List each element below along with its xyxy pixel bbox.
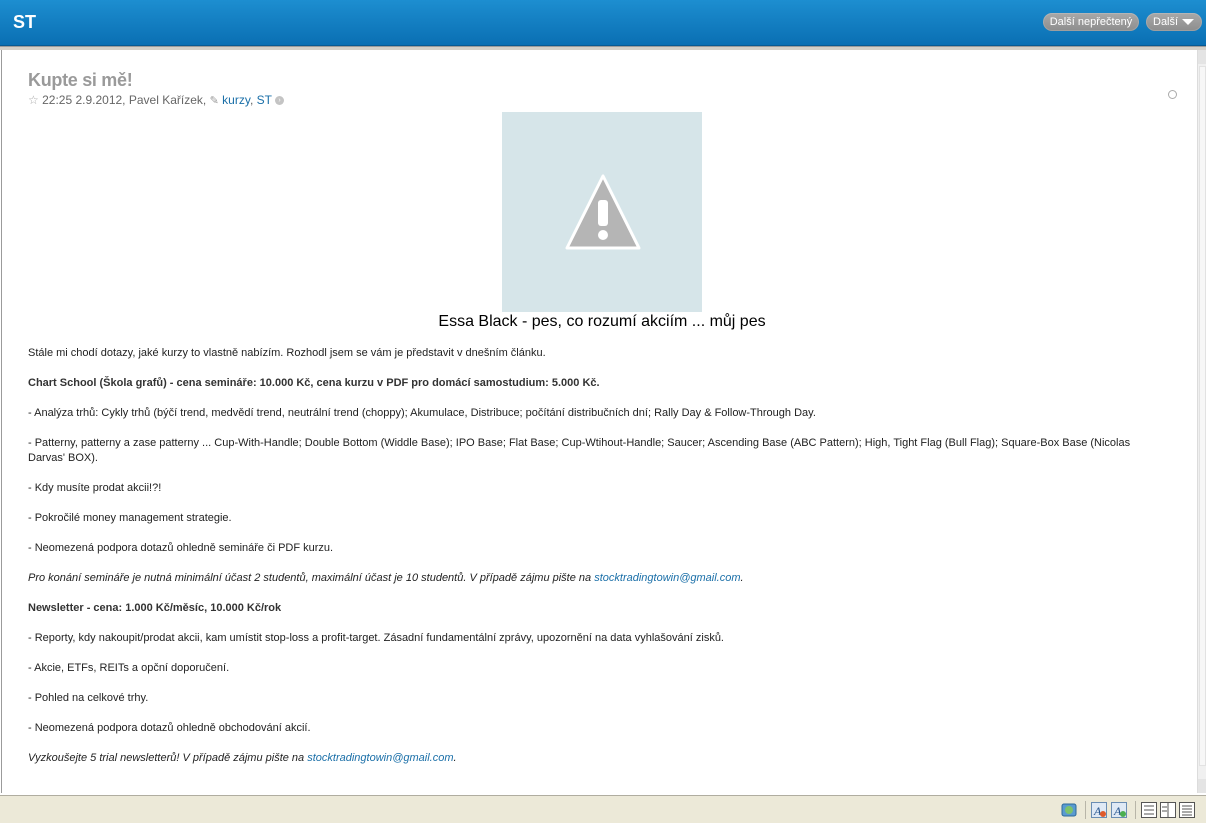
chart-school-item: - Kdy musíte prodat akcii!?! [28, 482, 162, 494]
chart-school-item: - Patterny, patterny a zase patterny ...… [28, 437, 1131, 464]
note-end: . [453, 752, 457, 764]
post-title[interactable]: Kupte si mě! [28, 70, 133, 91]
chart-school-item: - Analýza trhů: Cykly trhů (býčí trend, … [28, 407, 816, 419]
broken-image-placeholder [502, 112, 702, 312]
feed-header: ST Další nepřečtený Další [0, 0, 1206, 46]
more-button[interactable]: Další [1146, 13, 1202, 31]
article-pane: Kupte si mě! ☆ 22:25 2.9.2012, Pavel Kař… [1, 50, 1198, 793]
font-smaller-icon[interactable]: A [1091, 802, 1107, 818]
next-unread-button[interactable]: Další nepřečtený [1043, 13, 1139, 31]
sync-icon[interactable] [1061, 802, 1077, 818]
chevron-down-icon [1182, 19, 1194, 25]
feed-title: ST [13, 12, 37, 32]
tag-link-kurzy[interactable]: kurzy [222, 93, 250, 107]
layout-list-icon[interactable] [1141, 802, 1157, 818]
status-bar: A A [0, 795, 1206, 823]
scroll-thumb[interactable] [1199, 66, 1206, 766]
chart-school-item: - Pokročilé money management strategie. [28, 512, 232, 524]
scroll-down-arrow[interactable] [1198, 779, 1206, 793]
newsletter-item: - Pohled na celkové trhy. [28, 692, 149, 704]
image-caption: Essa Black - pes, co rozumí akciím ... m… [438, 313, 766, 330]
scroll-up-arrow[interactable] [1198, 50, 1206, 64]
newsletter-note: Vyzkoušejte 5 trial newsletterů! V přípa… [28, 752, 305, 764]
newsletter-heading: Newsletter - cena: 1.000 Kč/měsíc, 10.00… [28, 602, 282, 614]
svg-text:A: A [1093, 804, 1102, 818]
note-end: . [740, 572, 744, 584]
status-separator [1085, 801, 1086, 819]
chart-school-note: Pro konání semináře je nutná minimální ú… [28, 572, 592, 584]
intro-paragraph: Stále mi chodí dotazy, jaké kurzy to vla… [28, 347, 546, 359]
email-link[interactable]: stocktradingtowin@gmail.com [307, 752, 453, 764]
email-link[interactable]: stocktradingtowin@gmail.com [594, 572, 740, 584]
newsletter-item: - Neomezená podpora dotazů ohledně obcho… [28, 722, 311, 734]
more-label: Další [1153, 16, 1179, 28]
newsletter-item: - Reporty, kdy nakoupit/prodat akcii, ka… [28, 632, 724, 644]
status-separator [1135, 801, 1136, 819]
tag-link-st[interactable]: ST [257, 93, 272, 107]
arrow-circle-icon[interactable]: › [275, 96, 285, 106]
post-meta: ☆ 22:25 2.9.2012, Pavel Kařízek, ✎ kurzy… [28, 93, 285, 107]
expand-circle-icon[interactable] [1168, 90, 1177, 99]
vertical-scrollbar[interactable] [1197, 50, 1206, 793]
warning-icon [565, 174, 641, 250]
chart-school-heading: Chart School (Škola grafů) - cena seminá… [28, 377, 600, 389]
tag-separator: , [249, 93, 254, 107]
paperclip-icon: ✎ [209, 95, 219, 107]
chart-school-item: - Neomezená podpora dotazů ohledně semin… [28, 542, 334, 554]
newsletter-item: - Akcie, ETFs, REITs a opční doporučení. [28, 662, 230, 674]
star-icon[interactable]: ☆ [28, 93, 39, 107]
article-body: Stále mi chodí dotazy, jaké kurzy to vla… [28, 346, 1162, 781]
svg-text:A: A [1113, 804, 1122, 818]
post-author: Pavel Kařízek, [128, 93, 207, 107]
layout-split-icon[interactable] [1160, 802, 1176, 818]
layout-full-icon[interactable] [1179, 802, 1195, 818]
font-larger-icon[interactable]: A [1111, 802, 1127, 818]
post-time: 22:25 2.9.2012, [42, 93, 126, 107]
